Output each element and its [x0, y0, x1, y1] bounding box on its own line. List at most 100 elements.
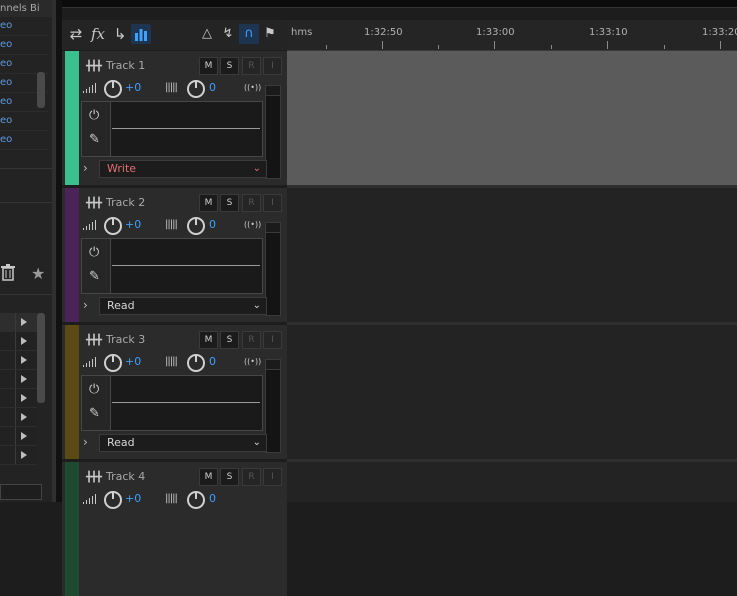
expand-chevron-icon[interactable]: ›: [83, 161, 88, 175]
volume-knob[interactable]: [104, 491, 122, 509]
power-icon[interactable]: ⏻: [89, 382, 99, 397]
track-header[interactable]: ╋╋╋ Track 1 M S R I +0 ||||| 0 ((•)) ⏻ ✎…: [62, 51, 287, 185]
effects-rack[interactable]: ⏻ ✎: [81, 101, 263, 157]
mute-button[interactable]: M: [199, 468, 218, 486]
track-header[interactable]: ╋╋╋ Track 4 M S R I +0 ||||| 0: [62, 462, 287, 596]
track-name[interactable]: Track 3: [106, 333, 145, 346]
bin-row[interactable]: [0, 389, 37, 408]
horizontal-scrollbar[interactable]: [0, 484, 42, 500]
bin-row[interactable]: [0, 351, 37, 370]
pan-knob[interactable]: [187, 80, 205, 98]
automation-line[interactable]: [112, 128, 260, 129]
record-arm-button[interactable]: R: [242, 194, 261, 212]
volume-knob[interactable]: [104, 80, 122, 98]
pan-value[interactable]: 0: [209, 218, 216, 231]
file-list-item[interactable]: eo: [0, 112, 48, 131]
expand-chevron-icon[interactable]: ›: [83, 435, 88, 449]
timeline-ruler[interactable]: hms 1:32:50 1:33:00 1:33:10 1:33:20: [287, 20, 737, 51]
track-color-bar[interactable]: [65, 188, 79, 322]
mute-button[interactable]: M: [199, 331, 218, 349]
routing-icon[interactable]: ↳: [110, 24, 130, 44]
bin-row[interactable]: [0, 332, 37, 351]
track-name[interactable]: Track 2: [106, 196, 145, 209]
volume-icon: [83, 494, 96, 504]
pencil-icon[interactable]: ✎: [89, 406, 100, 421]
solo-button[interactable]: S: [220, 194, 239, 212]
input-monitor-button[interactable]: I: [263, 57, 282, 75]
track-color-bar[interactable]: [65, 51, 79, 185]
record-arm-button[interactable]: R: [242, 57, 261, 75]
track-lane[interactable]: [287, 51, 737, 188]
stereo-icon[interactable]: ((•)): [244, 83, 261, 92]
input-monitor-button[interactable]: I: [263, 331, 282, 349]
stereo-icon[interactable]: ((•)): [244, 357, 261, 366]
stereo-icon[interactable]: ((•)): [244, 220, 261, 229]
volume-value[interactable]: +0: [125, 81, 141, 94]
marker-icon[interactable]: ⚑: [260, 24, 280, 44]
automation-line[interactable]: [112, 402, 260, 403]
fx-icon[interactable]: fx: [88, 24, 108, 44]
pan-knob[interactable]: [187, 354, 205, 372]
panel-tabs-header[interactable]: nnels Bi: [0, 0, 56, 17]
track-lane[interactable]: [287, 325, 737, 462]
solo-button[interactable]: S: [220, 468, 239, 486]
mute-button[interactable]: M: [199, 194, 218, 212]
bin-scrollbar[interactable]: [37, 313, 45, 403]
pencil-icon[interactable]: ✎: [89, 269, 100, 284]
mute-button[interactable]: M: [199, 57, 218, 75]
bin-row[interactable]: [0, 446, 37, 465]
meter-icon[interactable]: [131, 24, 151, 44]
volume-value[interactable]: +0: [125, 355, 141, 368]
snap-icon[interactable]: ∩: [239, 24, 259, 44]
automation-line[interactable]: [112, 265, 260, 266]
pan-value[interactable]: 0: [209, 492, 216, 505]
effects-rack[interactable]: ⏻ ✎: [81, 375, 263, 431]
automation-mode-select[interactable]: Write ⌄: [99, 160, 267, 178]
track-name[interactable]: Track 4: [106, 470, 145, 483]
overview-strip[interactable]: [62, 0, 737, 8]
effects-rack[interactable]: ⏻ ✎: [81, 238, 263, 294]
volume-knob[interactable]: [104, 217, 122, 235]
metronome-icon[interactable]: △: [197, 24, 217, 44]
bin-row[interactable]: [0, 427, 37, 446]
solo-button[interactable]: S: [220, 331, 239, 349]
trash-icon[interactable]: [1, 264, 15, 281]
volume-value[interactable]: +0: [125, 218, 141, 231]
waveform-icon: ╋╋╋: [86, 472, 102, 483]
bin-row[interactable]: [0, 370, 37, 389]
track-name[interactable]: Track 1: [106, 59, 145, 72]
expand-chevron-icon[interactable]: ›: [83, 298, 88, 312]
track-lane[interactable]: [287, 462, 737, 502]
solo-button[interactable]: S: [220, 57, 239, 75]
power-icon[interactable]: ⏻: [89, 245, 99, 260]
swap-icon[interactable]: ⇄: [66, 24, 86, 44]
track-lane[interactable]: [287, 188, 737, 325]
automation-mode-select[interactable]: Read ⌄: [99, 297, 267, 315]
record-arm-button[interactable]: R: [242, 468, 261, 486]
record-arm-button[interactable]: R: [242, 331, 261, 349]
volume-knob[interactable]: [104, 354, 122, 372]
pan-icon: |||||: [165, 219, 178, 230]
track-header[interactable]: ╋╋╋ Track 2 M S R I +0 ||||| 0 ((•)) ⏻ ✎…: [62, 188, 287, 322]
pan-knob[interactable]: [187, 217, 205, 235]
automation-mode-select[interactable]: Read ⌄: [99, 434, 267, 452]
track-color-bar[interactable]: [65, 462, 79, 596]
file-list-item[interactable]: eo: [0, 131, 48, 150]
pan-knob[interactable]: [187, 491, 205, 509]
star-icon[interactable]: ★: [31, 264, 45, 283]
input-monitor-button[interactable]: I: [263, 194, 282, 212]
bin-row[interactable]: [0, 313, 37, 332]
track-color-bar[interactable]: [65, 325, 79, 459]
file-list-scrollbar[interactable]: [37, 72, 45, 108]
envelope-icon[interactable]: ↯: [218, 24, 238, 44]
power-icon[interactable]: ⏻: [89, 108, 99, 123]
bin-row[interactable]: [0, 408, 37, 427]
file-list-item[interactable]: eo: [0, 36, 48, 55]
file-list-item[interactable]: eo: [0, 17, 48, 36]
pan-value[interactable]: 0: [209, 355, 216, 368]
pencil-icon[interactable]: ✎: [89, 132, 100, 147]
track-header[interactable]: ╋╋╋ Track 3 M S R I +0 ||||| 0 ((•)) ⏻ ✎…: [62, 325, 287, 459]
input-monitor-button[interactable]: I: [263, 468, 282, 486]
volume-value[interactable]: +0: [125, 492, 141, 505]
pan-value[interactable]: 0: [209, 81, 216, 94]
